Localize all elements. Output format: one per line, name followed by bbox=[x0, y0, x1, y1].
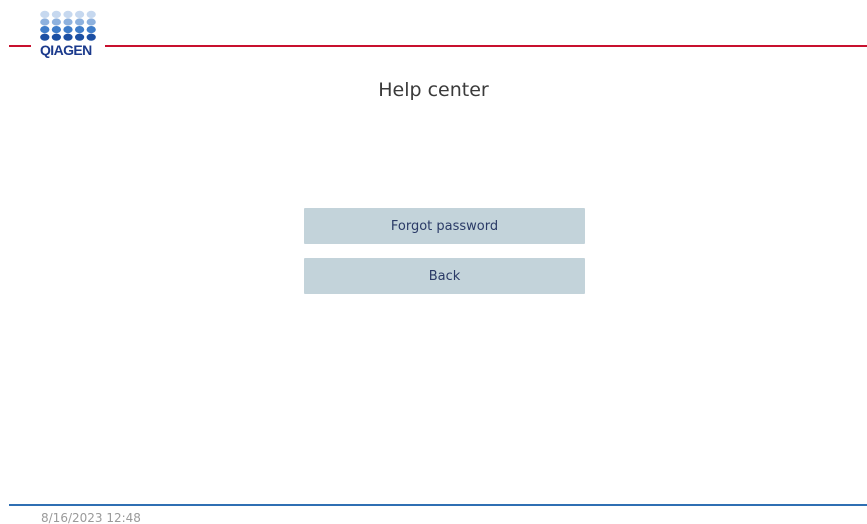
logo-dot bbox=[86, 18, 96, 26]
logo-dot bbox=[75, 18, 85, 26]
logo-dot bbox=[51, 26, 61, 34]
logo-dot bbox=[51, 33, 61, 41]
logo-wordmark: QIAGEN bbox=[40, 42, 92, 58]
footer-divider bbox=[9, 504, 867, 506]
qiagen-dot-matrix-icon bbox=[40, 10, 96, 41]
logo-dot bbox=[75, 10, 85, 18]
page-title: Help center bbox=[378, 79, 489, 101]
logo-dot bbox=[51, 10, 61, 18]
header-divider-right bbox=[105, 45, 867, 47]
qiagen-logo: QIAGEN bbox=[40, 10, 100, 58]
logo-dot bbox=[63, 10, 73, 18]
header-divider-left bbox=[9, 45, 31, 47]
logo-dot bbox=[86, 10, 96, 18]
logo-dot bbox=[51, 18, 61, 26]
forgot-password-label: Forgot password bbox=[390, 218, 499, 234]
logo-dot bbox=[63, 33, 73, 41]
timestamp: 8/16/2023 12:48 bbox=[41, 511, 141, 524]
back-button[interactable]: Back bbox=[304, 258, 585, 294]
logo-dot bbox=[75, 33, 85, 41]
logo-dot bbox=[86, 26, 96, 34]
logo-dot bbox=[40, 26, 50, 34]
logo-dot bbox=[63, 26, 73, 34]
forgot-password-button[interactable]: Forgot password bbox=[304, 208, 585, 244]
logo-dot bbox=[75, 26, 85, 34]
logo-dot bbox=[40, 18, 50, 26]
logo-dot bbox=[40, 33, 50, 41]
back-label: Back bbox=[428, 268, 461, 284]
logo-dot bbox=[40, 10, 50, 18]
help-center-screen: QIAGEN Help center Forgot password Back … bbox=[0, 0, 867, 524]
logo-dot bbox=[86, 33, 96, 41]
logo-dot bbox=[63, 18, 73, 26]
